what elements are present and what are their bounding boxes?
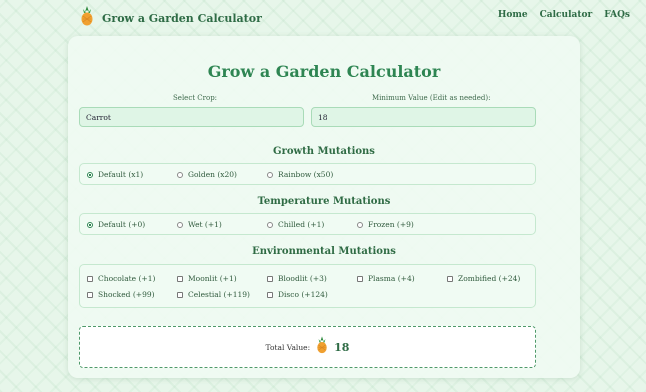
min-value-input[interactable]: 18	[311, 107, 536, 127]
temperature-option-wet[interactable]: Wet (+1)	[177, 220, 222, 229]
radio[interactable]	[267, 221, 273, 228]
env-option-label: Disco (+124)	[278, 290, 328, 299]
checkbox[interactable]	[177, 291, 183, 298]
env-option-label: Celestial (+119)	[188, 290, 250, 299]
crop-label: Select Crop:	[173, 94, 218, 102]
checkbox[interactable]	[267, 291, 273, 298]
temperature-option-label: Frozen (+9)	[368, 220, 414, 229]
env-option-plasma[interactable]: Plasma (+4)	[357, 274, 415, 283]
crop-select[interactable]: Carrot	[79, 107, 304, 127]
main-nav: Home Calculator FAQs	[498, 10, 630, 20]
crop-select-value: Carrot	[86, 112, 111, 122]
pineapple-icon	[80, 6, 94, 30]
environmental-panel: Chocolate (+1) Moonlit (+1) Bloodlit (+3…	[79, 264, 536, 308]
env-option-label: Chocolate (+1)	[98, 274, 156, 283]
nav-faqs[interactable]: FAQs	[604, 10, 630, 20]
total-value-box: Total Value: 18	[79, 326, 536, 368]
temperature-option-frozen[interactable]: Frozen (+9)	[357, 220, 414, 229]
env-option-label: Zombified (+24)	[458, 274, 521, 283]
nav-calculator[interactable]: Calculator	[540, 10, 593, 20]
growth-option-rainbow[interactable]: Rainbow (x50)	[267, 170, 333, 179]
temperature-option-default[interactable]: Default (+0)	[87, 220, 145, 229]
env-option-label: Moonlit (+1)	[188, 274, 237, 283]
env-option-disco[interactable]: Disco (+124)	[267, 290, 328, 299]
temperature-option-label: Chilled (+1)	[278, 220, 325, 229]
env-option-moonlit[interactable]: Moonlit (+1)	[177, 274, 237, 283]
checkbox[interactable]	[447, 275, 453, 282]
radio[interactable]	[177, 171, 183, 178]
temperature-option-label: Wet (+1)	[188, 220, 222, 229]
growth-panel: Default (x1) Golden (x20) Rainbow (x50)	[79, 163, 536, 185]
radio[interactable]	[357, 221, 363, 228]
radio[interactable]	[267, 171, 273, 178]
temperature-panel: Default (+0) Wet (+1) Chilled (+1) Froze…	[79, 213, 536, 235]
pineapple-icon	[316, 336, 328, 358]
env-option-chocolate[interactable]: Chocolate (+1)	[87, 274, 155, 283]
env-option-label: Shocked (+99)	[98, 290, 155, 299]
radio-selected[interactable]	[87, 221, 93, 228]
radio[interactable]	[177, 221, 183, 228]
env-option-label: Plasma (+4)	[368, 274, 415, 283]
growth-option-label: Golden (x20)	[188, 170, 237, 179]
min-value-text: 18	[318, 112, 328, 122]
total-value-amount: 18	[334, 340, 350, 354]
environmental-section-title: Environmental Mutations	[252, 246, 396, 257]
checkbox[interactable]	[267, 275, 273, 282]
temperature-option-label: Default (+0)	[98, 220, 146, 229]
env-option-celestial[interactable]: Celestial (+119)	[177, 290, 250, 299]
env-option-shocked[interactable]: Shocked (+99)	[87, 290, 155, 299]
growth-option-default[interactable]: Default (x1)	[87, 170, 143, 179]
growth-option-label: Rainbow (x50)	[278, 170, 334, 179]
site-logo[interactable]: Grow a Garden Calculator	[80, 6, 262, 30]
checkbox[interactable]	[87, 275, 93, 282]
min-value-label: Minimum Value (Edit as needed):	[372, 94, 491, 102]
temperature-option-chilled[interactable]: Chilled (+1)	[267, 220, 324, 229]
growth-option-golden[interactable]: Golden (x20)	[177, 170, 237, 179]
env-option-label: Bloodlit (+3)	[278, 274, 327, 283]
total-value-label: Total Value:	[265, 342, 311, 352]
temperature-section-title: Temperature Mutations	[257, 196, 391, 207]
page-title: Grow a Garden Calculator	[207, 62, 441, 81]
brand-name: Grow a Garden Calculator	[102, 11, 262, 25]
growth-option-label: Default (x1)	[98, 170, 144, 179]
env-option-zombified[interactable]: Zombified (+24)	[447, 274, 520, 283]
checkbox[interactable]	[357, 275, 363, 282]
calculator-card: Grow a Garden Calculator Select Crop: Ca…	[68, 36, 580, 378]
checkbox[interactable]	[87, 291, 93, 298]
radio-selected[interactable]	[87, 171, 93, 178]
checkbox[interactable]	[177, 275, 183, 282]
nav-home[interactable]: Home	[498, 10, 528, 20]
growth-section-title: Growth Mutations	[273, 146, 375, 157]
env-option-bloodlit[interactable]: Bloodlit (+3)	[267, 274, 327, 283]
